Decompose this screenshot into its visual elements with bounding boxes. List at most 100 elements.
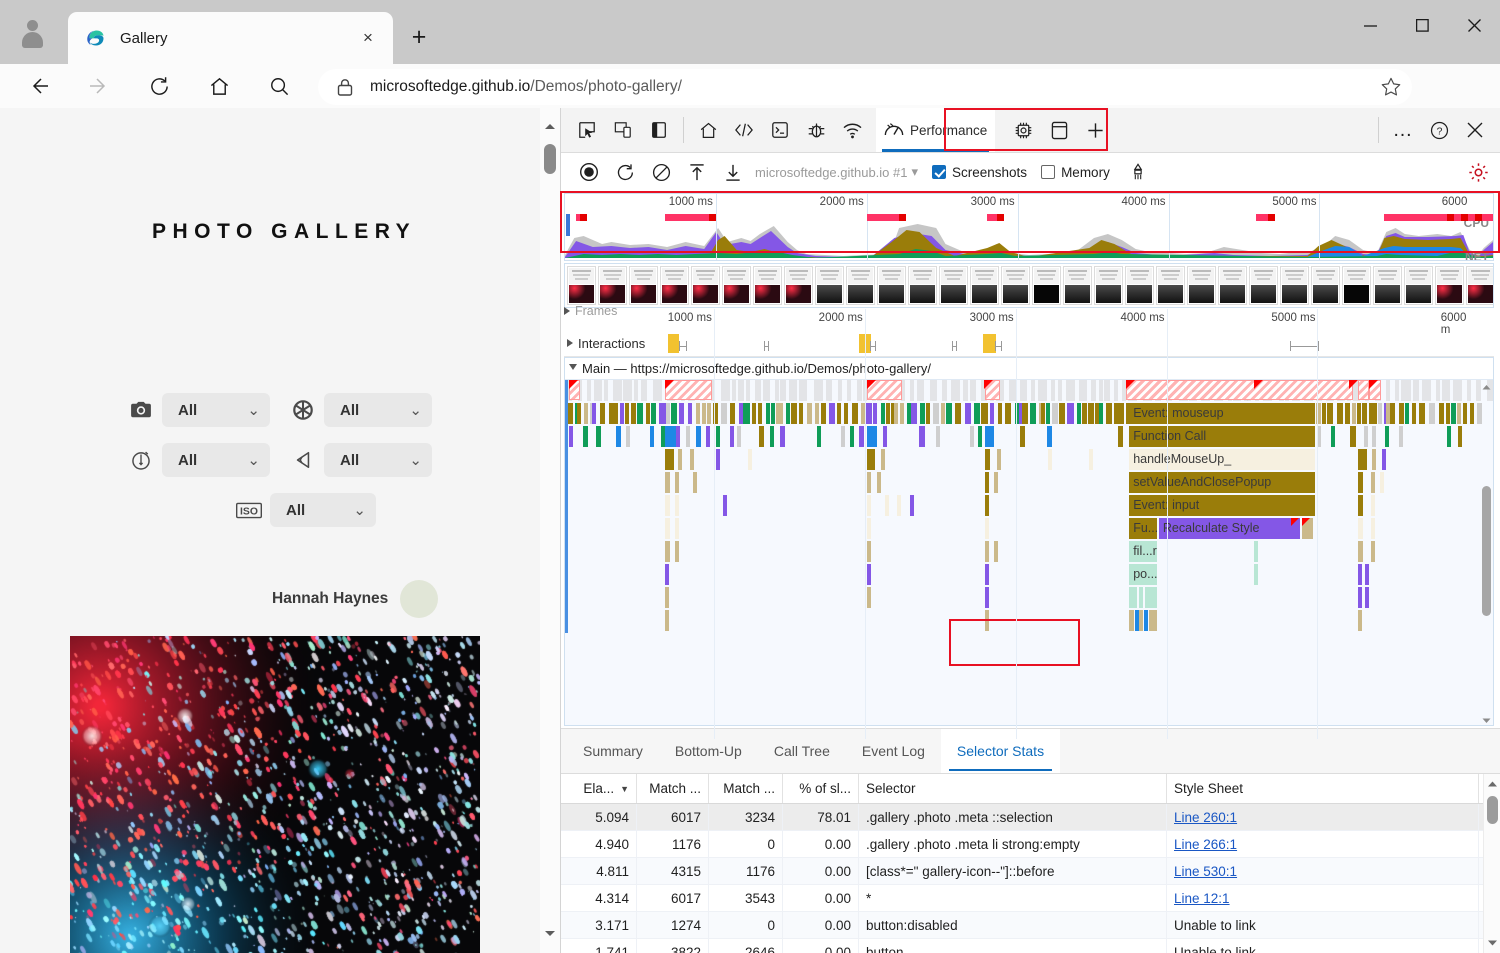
flame-chart-bar[interactable] <box>984 587 989 608</box>
chevron-down-icon[interactable] <box>569 363 577 374</box>
flame-chart-bar[interactable] <box>1148 610 1158 631</box>
flame-chart-bar[interactable] <box>1428 403 1435 424</box>
devtools-tab-memory[interactable] <box>1005 108 1041 152</box>
scroll-down-icon[interactable] <box>1486 936 1499 949</box>
filmstrip-frame[interactable] <box>1187 266 1216 305</box>
flame-chart-bar[interactable] <box>849 426 855 447</box>
flame-chart-bar[interactable] <box>883 426 888 447</box>
filmstrip-frame[interactable] <box>1435 266 1464 305</box>
flame-chart-bar[interactable] <box>765 403 770 424</box>
flame-chart-bar[interactable] <box>706 426 711 447</box>
flame-chart-bar[interactable] <box>843 403 848 424</box>
flame-chart-bar[interactable] <box>594 380 602 401</box>
reload-button[interactable] <box>136 64 182 108</box>
profile-button[interactable] <box>10 10 54 54</box>
filmstrip-frame[interactable] <box>629 266 658 305</box>
flame-chart-bar[interactable] <box>732 380 736 401</box>
flame-chart-bar[interactable] <box>779 426 786 447</box>
flame-chart-bar[interactable] <box>1331 426 1336 447</box>
flame-chart-bar[interactable] <box>851 403 858 424</box>
flame-chart-bar[interactable] <box>747 449 752 470</box>
page-scrollbar-thumb[interactable] <box>544 144 556 174</box>
flame-chart-bar[interactable] <box>1356 403 1361 424</box>
table-row[interactable]: 4.314 6017 3543 0.00 * Line 12:1 <box>561 885 1500 912</box>
gallery-photo[interactable] <box>70 636 480 953</box>
flame-chart-bar[interactable] <box>754 380 761 401</box>
flame-chart-bar[interactable] <box>909 380 914 401</box>
flame-chart-bar[interactable] <box>894 403 899 424</box>
flame-chart-bar[interactable] <box>786 403 791 424</box>
memory-checkbox-box[interactable] <box>1041 165 1056 179</box>
flame-chart-bar[interactable] <box>1358 541 1363 562</box>
flame-chart-bar[interactable] <box>1372 449 1377 470</box>
flame-chart-bar[interactable] <box>997 403 1002 424</box>
flame-chart-bar-labelled[interactable]: Function Call <box>1129 426 1315 447</box>
flame-chart-bar[interactable] <box>665 587 670 608</box>
scroll-up-icon[interactable] <box>543 120 557 134</box>
devtools-tab-elements[interactable] <box>726 108 762 152</box>
filmstrip-frame[interactable] <box>1373 266 1402 305</box>
flame-chart-bar-labelled[interactable]: po...y <box>1129 564 1157 585</box>
flame-chart-bar[interactable] <box>1104 380 1110 401</box>
flame-chart-bar[interactable] <box>1446 403 1451 424</box>
flame-chart-bar[interactable] <box>973 403 981 424</box>
flame-chart-bar[interactable] <box>881 403 885 424</box>
flame-chart-bar[interactable] <box>779 380 787 401</box>
flame-chart-bar[interactable] <box>1067 403 1074 424</box>
flame-chart-bar[interactable] <box>637 403 643 424</box>
flame-chart-bar[interactable] <box>866 518 872 539</box>
flame-chart-bar[interactable] <box>615 426 621 447</box>
flame-chart-bar[interactable] <box>847 380 852 401</box>
flame-chart-bar[interactable] <box>866 472 872 493</box>
flame-chart-bar[interactable] <box>1066 380 1076 401</box>
flame-chart-bar[interactable] <box>1384 426 1389 447</box>
flame-chart-bar[interactable] <box>1467 380 1472 401</box>
devtools-more-tools-button[interactable] <box>1077 108 1113 152</box>
flame-chart-bar[interactable] <box>984 541 989 562</box>
flame-chart-bar[interactable] <box>1438 403 1444 424</box>
flame-chart-bar[interactable] <box>676 426 681 447</box>
flame-chart-bar[interactable] <box>591 403 596 424</box>
flame-chart-bar[interactable] <box>1358 518 1363 539</box>
flame-chart-bar[interactable] <box>1099 380 1104 401</box>
recording-target-selector[interactable]: microsoftedge.github.io #1 ▾ <box>755 164 918 180</box>
filmstrip-frame[interactable] <box>691 266 720 305</box>
flame-chart-bar[interactable] <box>625 426 630 447</box>
flame-chart-bar[interactable] <box>1405 403 1410 424</box>
flame-chart-bar[interactable] <box>789 380 797 401</box>
flame-chart-bar[interactable] <box>933 403 939 424</box>
flame-chart-bar[interactable] <box>866 587 871 608</box>
flame-chart-bar[interactable] <box>603 380 608 401</box>
flame-chart-bar-labelled[interactable]: Event: input <box>1129 495 1315 516</box>
flame-chart-bar[interactable] <box>716 426 721 447</box>
flame-chart-bar[interactable] <box>866 564 871 585</box>
flame-chart-bar[interactable] <box>1372 403 1377 424</box>
filmstrip-frame[interactable] <box>660 266 689 305</box>
flame-chart-bar[interactable] <box>1114 380 1119 401</box>
screenshots-checkbox[interactable]: Screenshots <box>932 165 1027 180</box>
flame-chart-bar[interactable] <box>813 380 824 401</box>
filmstrip-frame[interactable] <box>1125 266 1154 305</box>
flame-chart-bar[interactable] <box>568 426 573 447</box>
flame-chart-bar[interactable] <box>665 495 670 516</box>
interactions-track-header[interactable]: Interactions <box>564 336 645 351</box>
column-header[interactable]: Match ... <box>637 774 709 803</box>
flame-chart-bar[interactable] <box>743 403 750 424</box>
flame-chart-bar[interactable] <box>872 403 877 424</box>
flame-chart-bar[interactable] <box>1451 403 1457 424</box>
chevron-right-icon[interactable] <box>567 339 573 347</box>
devtools-help-button[interactable]: ? <box>1421 108 1457 152</box>
flame-chart-bar[interactable] <box>1361 403 1367 424</box>
flame-chart-bar[interactable] <box>1019 426 1025 447</box>
flame-chart-bar[interactable] <box>1363 426 1368 447</box>
flame-chart-bar[interactable] <box>917 380 924 401</box>
flame-chart-bar[interactable] <box>665 472 670 493</box>
flame-chart-bar[interactable] <box>1398 426 1403 447</box>
flame-chart-bar-labelled[interactable]: fil...ra <box>1129 541 1157 562</box>
table-row[interactable]: 1.741 3822 2646 0.00 button Unable to link <box>561 939 1500 953</box>
flame-chart-bar[interactable] <box>1412 403 1416 424</box>
flame-chart-bar[interactable] <box>582 426 589 447</box>
inspect-element-button[interactable] <box>569 108 605 152</box>
dock-side-button[interactable] <box>641 108 677 152</box>
flame-chart-bar[interactable] <box>1144 610 1149 631</box>
